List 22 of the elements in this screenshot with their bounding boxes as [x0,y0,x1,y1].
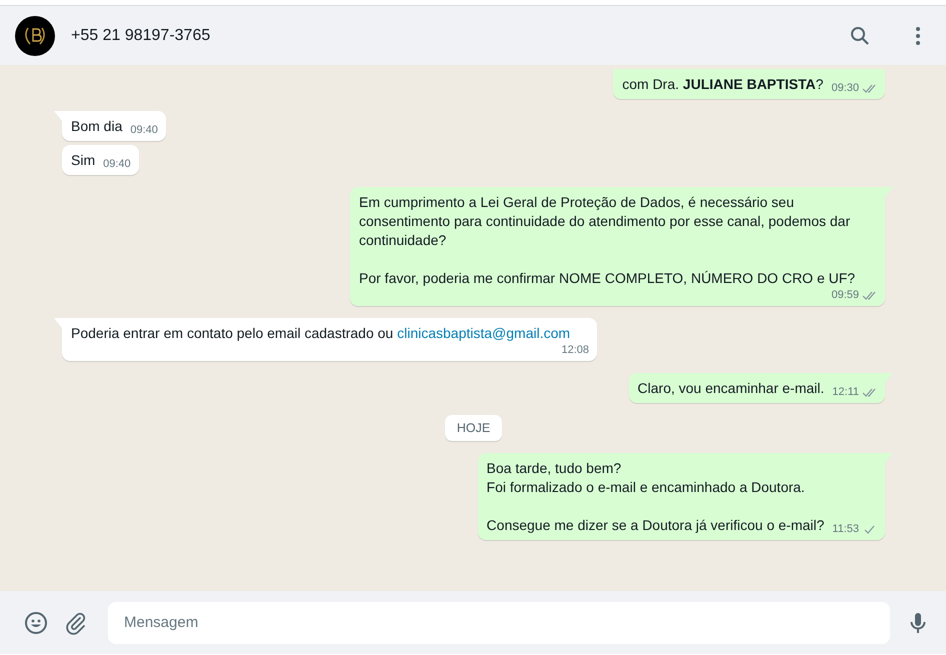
message-text: Consegue me dizer se a Doutora já verificou o e-mail? [486,516,824,535]
message-text: Em cumprimento a Lei Geral de Proteção de Dados, é necessário seu consentimento para continuidade do atendimento por esse canal, podemos dar continuidade? [359,193,852,250]
message-time: 11:53 [832,522,859,537]
avatar-icon[interactable] [15,16,55,56]
message-text: Claro, vou encaminhar e-mail. [638,379,824,398]
message-time: 09:40 [103,157,131,172]
emoji-icon[interactable] [24,610,48,634]
message-time: 12:08 [561,343,589,358]
message-time: 09:30 [831,81,859,96]
message-time: 09:59 [831,288,859,303]
message-time: 12:11 [832,385,859,400]
message-text: com Dra. JULIANE BAPTISTA? [622,75,824,94]
date-divider: HOJE [444,415,502,441]
message-text: Bom dia [71,117,122,136]
email-link[interactable]: clinicasbaptista@gmail.com [397,325,570,341]
paperclip-icon[interactable] [64,610,88,634]
message-input[interactable]: Mensagem [108,602,890,644]
message-text: Por favor, poderia me confirmar NOME COMPLETO, NÚMERO DO CRO e UF? [359,269,856,288]
message-text: Poderia entrar em contato pelo email cadastrado ou clinicasbaptista@gmail.com [71,324,570,343]
message-text: Boa tarde, tudo bem? Foi formalizado o e-mail e encaminhado a Doutora. [486,459,806,497]
message-time: 09:40 [130,123,158,138]
message-text: Sim [71,151,96,170]
